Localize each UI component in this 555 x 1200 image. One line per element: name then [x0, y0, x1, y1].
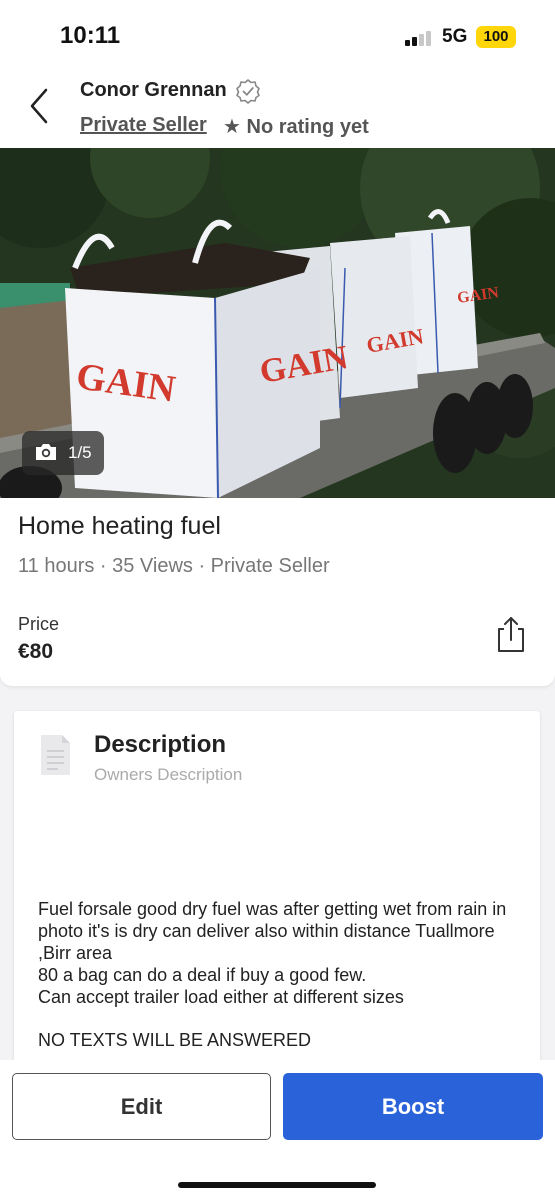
boost-button[interactable]: Boost — [283, 1073, 543, 1140]
star-icon: ★ — [223, 116, 241, 138]
share-button[interactable] — [493, 614, 529, 656]
description-card: Description Owners Description Fuel fors… — [14, 711, 540, 1071]
description-subheading: Owners Description — [94, 765, 243, 784]
edit-button[interactable]: Edit — [12, 1073, 271, 1140]
seller-type-link[interactable]: Private Seller — [80, 114, 207, 137]
network-type: 5G — [442, 26, 468, 47]
photo-counter: 1/5 — [22, 431, 104, 475]
photo-counter-text: 1/5 — [68, 443, 92, 462]
listing-title: Home heating fuel — [18, 512, 221, 540]
verified-badge-icon — [236, 79, 260, 104]
price-label: Price — [18, 614, 60, 634]
back-button[interactable] — [26, 84, 56, 128]
battery-icon: 100 — [476, 26, 516, 48]
listing-meta: 11 hours · 35 Views · Private Seller — [18, 555, 330, 577]
price-value: €80 — [18, 640, 54, 663]
document-icon — [41, 735, 70, 775]
description-text: Fuel forsale good dry fuel was after get… — [38, 899, 507, 1007]
description-note: NO TEXTS WILL BE ANSWERED — [38, 1030, 312, 1050]
description-heading: Description — [94, 731, 227, 758]
seller-header: Conor Grennan Private Seller ★ No rating… — [0, 70, 555, 148]
seller-name[interactable]: Conor Grennan — [80, 79, 227, 102]
home-indicator[interactable] — [178, 1182, 376, 1188]
status-time: 10:11 — [60, 22, 121, 49]
status-bar: 10:11 5G 100 — [0, 0, 555, 70]
bottom-action-bar: Edit Boost — [0, 1060, 555, 1200]
chevron-left-icon — [30, 88, 48, 124]
camera-icon — [36, 444, 56, 460]
signal-icon — [405, 30, 435, 46]
rating-text: No rating yet — [246, 116, 369, 138]
share-icon — [498, 617, 524, 652]
listing-summary: Home heating fuel 11 hours · 35 Views · … — [0, 498, 555, 686]
seller-rating: ★ No rating yet — [223, 114, 369, 139]
